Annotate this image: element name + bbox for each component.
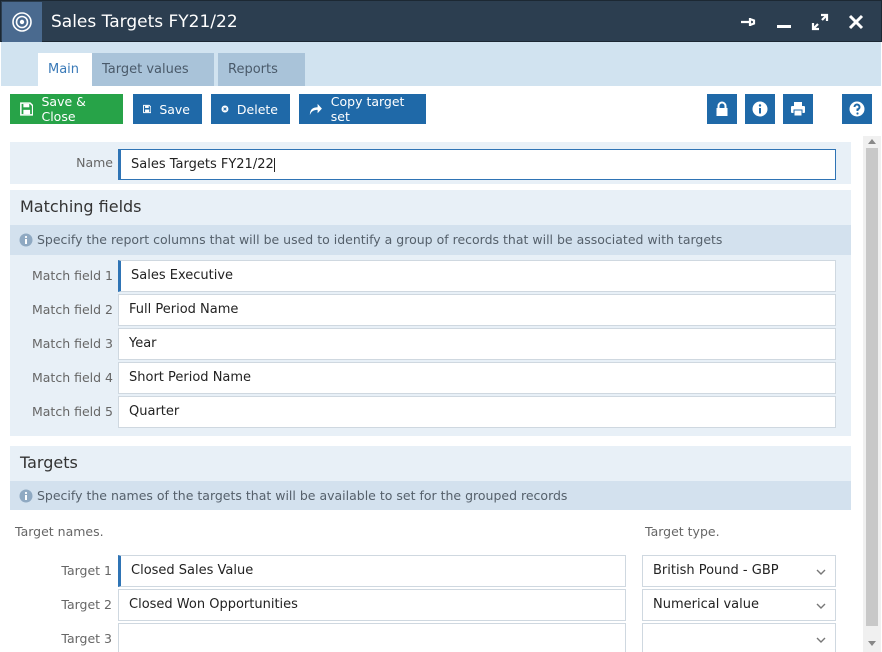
print-button[interactable] — [783, 94, 813, 124]
save-button[interactable]: Save — [133, 94, 202, 124]
target-1-type-select[interactable]: British Pound - GBP — [642, 555, 836, 587]
title-bar: Sales Targets FY21/22 — [0, 0, 882, 42]
name-panel: Name Sales Targets FY21/22 — [10, 142, 851, 184]
chevron-down-icon — [816, 569, 826, 575]
delete-icon — [221, 105, 229, 113]
targets-info-text: Specify the names of the targets that wi… — [37, 488, 568, 503]
lock-button[interactable] — [707, 94, 737, 124]
window-title: Sales Targets FY21/22 — [51, 12, 238, 32]
share-arrow-icon — [309, 103, 322, 116]
target-3-name-input[interactable] — [118, 623, 626, 652]
match-field-4-label: Match field 4 — [31, 370, 113, 385]
target-1-type-value: British Pound - GBP — [653, 563, 779, 578]
save-icon — [143, 104, 152, 114]
chevron-down-icon — [816, 637, 826, 643]
copy-target-set-label: Copy target set — [330, 94, 405, 124]
help-button[interactable] — [842, 94, 872, 124]
close-icon[interactable] — [846, 12, 866, 32]
tab-target-values[interactable]: Target values — [92, 53, 214, 86]
save-close-label: Save & Close — [41, 94, 86, 124]
targets-heading: Targets — [20, 453, 78, 472]
help-icon — [849, 101, 865, 117]
delete-button[interactable]: Delete — [211, 94, 290, 124]
tab-bar: Main Target values Reports — [1, 42, 881, 86]
match-field-2-label: Match field 2 — [31, 302, 113, 317]
matching-info-text: Specify the report columns that will be … — [37, 232, 723, 247]
target-3-type-select[interactable] — [642, 623, 836, 652]
text-cursor — [273, 157, 275, 172]
name-input[interactable]: Sales Targets FY21/22 — [118, 149, 836, 180]
target-2-name-input[interactable]: Closed Won Opportunities — [118, 589, 626, 621]
info-button[interactable] — [745, 94, 775, 124]
match-field-1-input[interactable]: Sales Executive — [118, 260, 836, 292]
targets-grid: Target names. Target type. Target 1 Clos… — [2, 510, 851, 652]
scroll-down-arrow-icon[interactable] — [868, 641, 876, 646]
app-logo-icon[interactable] — [2, 2, 42, 42]
print-icon — [791, 102, 805, 117]
match-field-4-input[interactable]: Short Period Name — [118, 362, 836, 394]
pin-icon[interactable] — [739, 12, 759, 32]
match-field-3-input[interactable]: Year — [118, 328, 836, 360]
match-field-1-label: Match field 1 — [31, 268, 113, 283]
name-value: Sales Targets FY21/22 — [131, 157, 274, 172]
name-label: Name — [76, 155, 113, 170]
scroll-up-arrow-icon[interactable] — [868, 139, 876, 144]
minimize-icon[interactable] — [774, 12, 794, 32]
info-icon — [19, 489, 33, 503]
save-close-button[interactable]: Save & Close — [10, 94, 123, 124]
maximize-icon[interactable] — [810, 12, 830, 32]
match-field-2-input[interactable]: Full Period Name — [118, 294, 836, 326]
info-icon — [19, 233, 33, 247]
target-2-type-value: Numerical value — [653, 597, 759, 612]
target-3-label: Target 3 — [61, 631, 112, 646]
matching-info-bar: Specify the report columns that will be … — [10, 225, 851, 255]
form-content: Name Sales Targets FY21/22 Matching fiel… — [1, 136, 863, 652]
matching-fields-heading: Matching fields — [20, 197, 142, 216]
match-field-5-label: Match field 5 — [31, 404, 113, 419]
target-type-header: Target type. — [645, 524, 720, 539]
tab-main[interactable]: Main — [38, 53, 92, 86]
target-1-label: Target 1 — [61, 563, 112, 578]
match-field-3-label: Match field 3 — [31, 336, 113, 351]
scroll-thumb[interactable] — [866, 148, 878, 626]
target-names-header: Target names. — [15, 524, 104, 539]
target-2-type-select[interactable]: Numerical value — [642, 589, 836, 621]
save-icon — [20, 102, 34, 116]
target-1-name-input[interactable]: Closed Sales Value — [118, 555, 626, 587]
delete-label: Delete — [236, 101, 278, 117]
target-2-label: Target 2 — [61, 597, 112, 612]
vertical-scrollbar[interactable] — [863, 136, 881, 652]
copy-target-set-button[interactable]: Copy target set — [299, 94, 426, 124]
tab-reports[interactable]: Reports — [218, 53, 305, 86]
toolbar: Save & Close Save Delete Copy target set — [1, 86, 881, 136]
targets-info-bar: Specify the names of the targets that wi… — [10, 481, 851, 511]
save-label: Save — [159, 101, 190, 117]
chevron-down-icon — [816, 603, 826, 609]
info-icon — [752, 101, 768, 117]
match-field-5-input[interactable]: Quarter — [118, 396, 836, 428]
lock-icon — [716, 101, 728, 116]
matching-fields-panel: Matching fields Specify the report colum… — [10, 190, 851, 436]
